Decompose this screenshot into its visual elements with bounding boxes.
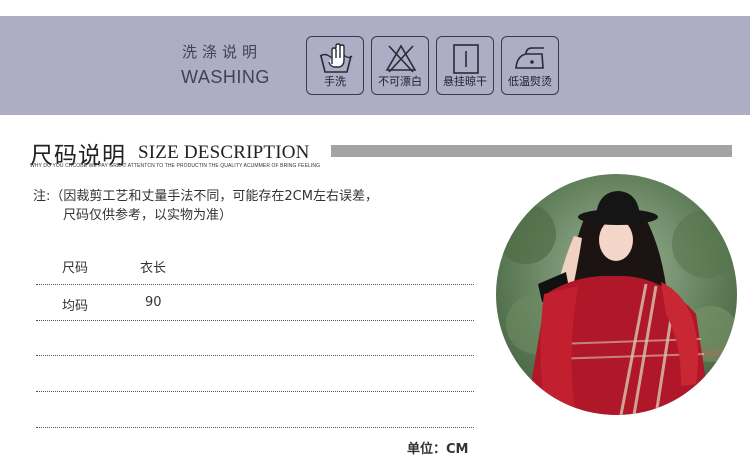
no-bleach-label: 不可漂白 xyxy=(378,75,422,88)
no-bleach-icon xyxy=(385,44,417,73)
size-subtitle: WHY DO YOU CHCOBE WE PAY GREAT ATTENTCN … xyxy=(30,163,321,169)
low-iron-label: 低温熨烫 xyxy=(508,75,552,88)
washing-banner: 洗涤说明 WASHING 手洗 不可漂白 悬挂晾干 低温熨烫 xyxy=(0,16,750,115)
model-photo xyxy=(496,174,737,415)
table-divider xyxy=(36,355,474,356)
low-iron-card: 低温熨烫 xyxy=(501,36,559,95)
no-bleach-card: 不可漂白 xyxy=(371,36,429,95)
table-header-length: 衣长 xyxy=(140,261,167,276)
table-cell-size: 均码 xyxy=(62,299,89,314)
washing-title-en: WASHING xyxy=(181,67,270,87)
table-header-size: 尺码 xyxy=(62,261,89,276)
table-divider xyxy=(36,391,474,392)
hang-dry-card: 悬挂晾干 xyxy=(436,36,494,95)
size-note-line1: 注:（因裁剪工艺和丈量手法不同，可能存在2CM左右误差， xyxy=(33,189,378,204)
table-cell-length: 90 xyxy=(145,295,162,310)
hand-wash-card: 手洗 xyxy=(306,36,364,95)
hang-dry-icon xyxy=(453,44,479,74)
unit-label: 单位：CM xyxy=(407,442,469,457)
size-title-en: SIZE DESCRIPTION xyxy=(138,142,310,163)
washing-title-cn: 洗涤说明 xyxy=(182,43,263,61)
hang-dry-label: 悬挂晾干 xyxy=(443,75,487,88)
table-divider xyxy=(36,320,474,321)
table-divider xyxy=(36,284,474,285)
table-divider xyxy=(36,427,474,428)
hand-wash-icon xyxy=(319,43,353,73)
hand-wash-label: 手洗 xyxy=(324,75,346,88)
low-iron-icon xyxy=(515,47,544,69)
washing-icons: 手洗 不可漂白 悬挂晾干 低温熨烫 xyxy=(306,36,559,95)
size-title-bar xyxy=(331,145,732,157)
size-note-line2: 尺码仅供参考，以实物为准） xyxy=(63,208,233,223)
